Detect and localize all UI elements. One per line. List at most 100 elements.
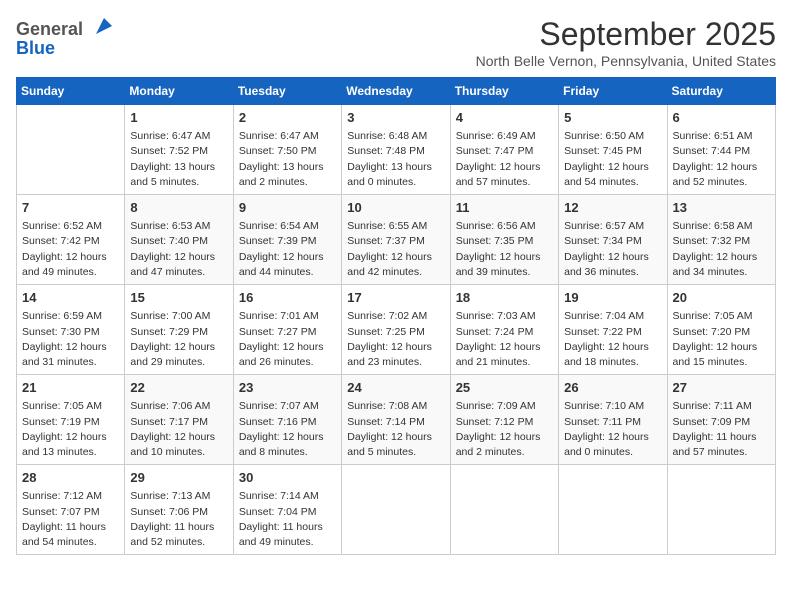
calendar-cell: 21Sunrise: 7:05 AM Sunset: 7:19 PM Dayli… <box>17 375 125 465</box>
calendar-cell: 12 Sunrise: 6:57 AM Sunset: 7:34 PM Dayli… <box>559 195 667 285</box>
day-number: 21 <box>22 379 119 397</box>
day-info: Sunrise: 6:57 AM Sunset: 7:34 PM Dayligh… <box>564 219 661 280</box>
day-info: Sunrise: 7:13 AM Sunset: 7:06 PM Dayligh… <box>130 489 227 550</box>
calendar-cell: 9 Sunrise: 6:54 AM Sunset: 7:39 PM Daylig… <box>233 195 341 285</box>
day-number: 6 <box>673 109 770 127</box>
day-info: Sunrise: 6:59 AM Sunset: 7:30 PM Dayligh… <box>22 309 119 370</box>
day-number: 23 <box>239 379 336 397</box>
day-number: 9 <box>239 199 336 217</box>
column-header-tuesday: Tuesday <box>233 78 341 105</box>
calendar-cell: 14 Sunrise: 6:59 AM Sunset: 7:30 PM Dayli… <box>17 285 125 375</box>
day-info: Sunrise: 6:51 AM Sunset: 7:44 PM Dayligh… <box>673 129 770 190</box>
calendar-body: 1 Sunrise: 6:47 AM Sunset: 7:52 PM Daylig… <box>17 105 776 555</box>
column-header-monday: Monday <box>125 78 233 105</box>
day-number: 27 <box>673 379 770 397</box>
day-number: 15 <box>130 289 227 307</box>
day-number: 4 <box>456 109 553 127</box>
calendar-cell <box>450 465 558 555</box>
calendar-title: September 2025 <box>476 16 776 53</box>
column-header-wednesday: Wednesday <box>342 78 450 105</box>
column-header-friday: Friday <box>559 78 667 105</box>
day-info: Sunrise: 7:10 AM Sunset: 7:11 PM Dayligh… <box>564 399 661 460</box>
day-info: Sunrise: 7:00 AM Sunset: 7:29 PM Dayligh… <box>130 309 227 370</box>
day-info: Sunrise: 6:49 AM Sunset: 7:47 PM Dayligh… <box>456 129 553 190</box>
column-header-saturday: Saturday <box>667 78 775 105</box>
day-info: Sunrise: 6:54 AM Sunset: 7:39 PM Dayligh… <box>239 219 336 280</box>
day-info: Sunrise: 7:11 AM Sunset: 7:09 PM Dayligh… <box>673 399 770 460</box>
calendar-header-row: SundayMondayTuesdayWednesdayThursdayFrid… <box>17 78 776 105</box>
calendar-cell: 28 Sunrise: 7:12 AM Sunset: 7:07 PM Dayli… <box>17 465 125 555</box>
day-number: 1 <box>130 109 227 127</box>
calendar-cell: 10Sunrise: 6:55 AM Sunset: 7:37 PM Dayli… <box>342 195 450 285</box>
column-header-sunday: Sunday <box>17 78 125 105</box>
day-info: Sunrise: 6:58 AM Sunset: 7:32 PM Dayligh… <box>673 219 770 280</box>
calendar-cell: 6 Sunrise: 6:51 AM Sunset: 7:44 PM Daylig… <box>667 105 775 195</box>
day-info: Sunrise: 6:47 AM Sunset: 7:50 PM Dayligh… <box>239 129 336 190</box>
title-block: September 2025 North Belle Vernon, Penns… <box>476 16 776 69</box>
calendar-cell: 17Sunrise: 7:02 AM Sunset: 7:25 PM Dayli… <box>342 285 450 375</box>
day-number: 2 <box>239 109 336 127</box>
day-number: 24 <box>347 379 444 397</box>
day-number: 18 <box>456 289 553 307</box>
calendar-cell: 23 Sunrise: 7:07 AM Sunset: 7:16 PM Dayli… <box>233 375 341 465</box>
calendar-cell: 18 Sunrise: 7:03 AM Sunset: 7:24 PM Dayli… <box>450 285 558 375</box>
day-info: Sunrise: 7:03 AM Sunset: 7:24 PM Dayligh… <box>456 309 553 370</box>
day-number: 20 <box>673 289 770 307</box>
calendar-cell: 15 Sunrise: 7:00 AM Sunset: 7:29 PM Dayli… <box>125 285 233 375</box>
calendar-cell: 20 Sunrise: 7:05 AM Sunset: 7:20 PM Dayli… <box>667 285 775 375</box>
logo-blue-text: Blue <box>16 39 55 57</box>
calendar-cell: 24Sunrise: 7:08 AM Sunset: 7:14 PM Dayli… <box>342 375 450 465</box>
calendar-table: SundayMondayTuesdayWednesdayThursdayFrid… <box>16 77 776 555</box>
calendar-cell: 7 Sunrise: 6:52 AM Sunset: 7:42 PM Daylig… <box>17 195 125 285</box>
day-number: 14 <box>22 289 119 307</box>
day-info: Sunrise: 7:09 AM Sunset: 7:12 PM Dayligh… <box>456 399 553 460</box>
day-number: 29 <box>130 469 227 487</box>
week-row-5: 28 Sunrise: 7:12 AM Sunset: 7:07 PM Dayli… <box>17 465 776 555</box>
day-info: Sunrise: 6:47 AM Sunset: 7:52 PM Dayligh… <box>130 129 227 190</box>
day-info: Sunrise: 7:01 AM Sunset: 7:27 PM Dayligh… <box>239 309 336 370</box>
day-number: 25 <box>456 379 553 397</box>
calendar-cell: 13 Sunrise: 6:58 AM Sunset: 7:32 PM Dayli… <box>667 195 775 285</box>
day-info: Sunrise: 7:14 AM Sunset: 7:04 PM Dayligh… <box>239 489 336 550</box>
column-header-thursday: Thursday <box>450 78 558 105</box>
calendar-cell: 29 Sunrise: 7:13 AM Sunset: 7:06 PM Dayli… <box>125 465 233 555</box>
calendar-cell: 1 Sunrise: 6:47 AM Sunset: 7:52 PM Daylig… <box>125 105 233 195</box>
day-info: Sunrise: 7:12 AM Sunset: 7:07 PM Dayligh… <box>22 489 119 550</box>
day-info: Sunrise: 6:56 AM Sunset: 7:35 PM Dayligh… <box>456 219 553 280</box>
calendar-cell: 30Sunrise: 7:14 AM Sunset: 7:04 PM Dayli… <box>233 465 341 555</box>
day-number: 5 <box>564 109 661 127</box>
calendar-cell <box>342 465 450 555</box>
day-number: 8 <box>130 199 227 217</box>
day-number: 11 <box>456 199 553 217</box>
week-row-2: 7 Sunrise: 6:52 AM Sunset: 7:42 PM Daylig… <box>17 195 776 285</box>
calendar-cell: 19Sunrise: 7:04 AM Sunset: 7:22 PM Dayli… <box>559 285 667 375</box>
day-number: 7 <box>22 199 119 217</box>
day-number: 22 <box>130 379 227 397</box>
week-row-3: 14 Sunrise: 6:59 AM Sunset: 7:30 PM Dayli… <box>17 285 776 375</box>
day-info: Sunrise: 6:50 AM Sunset: 7:45 PM Dayligh… <box>564 129 661 190</box>
day-number: 26 <box>564 379 661 397</box>
day-info: Sunrise: 6:48 AM Sunset: 7:48 PM Dayligh… <box>347 129 444 190</box>
day-number: 13 <box>673 199 770 217</box>
logo: General Blue <box>16 16 114 57</box>
day-number: 12 <box>564 199 661 217</box>
day-info: Sunrise: 7:06 AM Sunset: 7:17 PM Dayligh… <box>130 399 227 460</box>
day-info: Sunrise: 7:05 AM Sunset: 7:20 PM Dayligh… <box>673 309 770 370</box>
calendar-cell: 2 Sunrise: 6:47 AM Sunset: 7:50 PM Daylig… <box>233 105 341 195</box>
day-number: 19 <box>564 289 661 307</box>
day-number: 10 <box>347 199 444 217</box>
day-info: Sunrise: 6:53 AM Sunset: 7:40 PM Dayligh… <box>130 219 227 280</box>
calendar-location: North Belle Vernon, Pennsylvania, United… <box>476 53 776 69</box>
calendar-cell: 5 Sunrise: 6:50 AM Sunset: 7:45 PM Daylig… <box>559 105 667 195</box>
calendar-cell <box>559 465 667 555</box>
day-info: Sunrise: 7:07 AM Sunset: 7:16 PM Dayligh… <box>239 399 336 460</box>
calendar-cell <box>17 105 125 195</box>
calendar-cell: 22 Sunrise: 7:06 AM Sunset: 7:17 PM Dayli… <box>125 375 233 465</box>
calendar-cell: 8 Sunrise: 6:53 AM Sunset: 7:40 PM Daylig… <box>125 195 233 285</box>
day-number: 28 <box>22 469 119 487</box>
calendar-cell: 27 Sunrise: 7:11 AM Sunset: 7:09 PM Dayli… <box>667 375 775 465</box>
day-info: Sunrise: 6:52 AM Sunset: 7:42 PM Dayligh… <box>22 219 119 280</box>
week-row-4: 21Sunrise: 7:05 AM Sunset: 7:19 PM Dayli… <box>17 375 776 465</box>
logo-arrow-icon <box>94 16 114 36</box>
calendar-cell: 3Sunrise: 6:48 AM Sunset: 7:48 PM Daylig… <box>342 105 450 195</box>
